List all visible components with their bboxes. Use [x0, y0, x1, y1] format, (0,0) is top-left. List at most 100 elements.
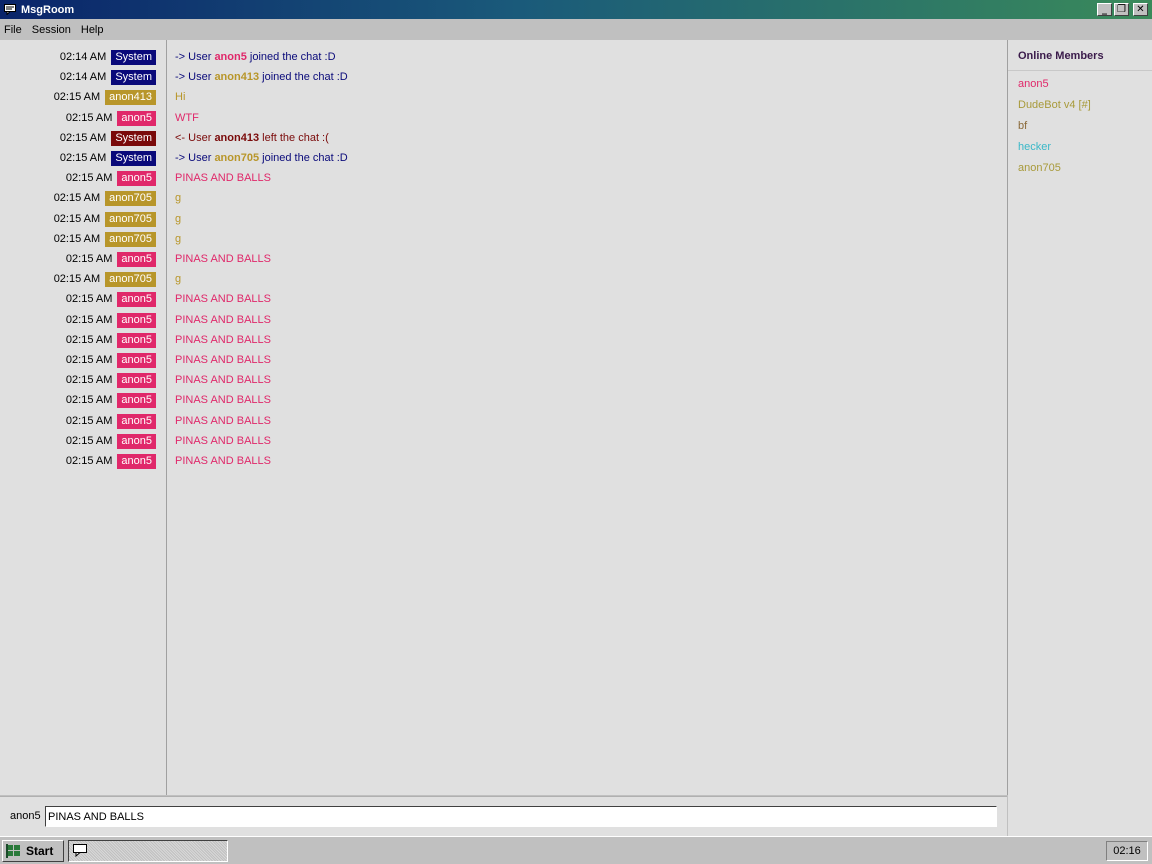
message-username: anon413	[214, 132, 260, 144]
message-timestamp: 02:15 AM	[65, 394, 113, 406]
user-badge: anon5	[117, 454, 156, 469]
message-text: g	[175, 211, 181, 228]
user-badge: anon5	[117, 373, 156, 388]
user-badge: anon5	[117, 393, 156, 408]
message-row: anon5 02:15 AM PINAS AND BALLS	[0, 413, 1006, 431]
message-timestamp: 02:15 AM	[65, 314, 113, 326]
message-text-part: <- User	[175, 132, 215, 144]
user-badge: anon705	[105, 272, 156, 287]
message-text: PINAS AND BALLS	[175, 413, 271, 430]
user-badge: System	[111, 70, 156, 85]
message-timestamp: 02:15 AM	[53, 213, 101, 225]
input-area: anon5	[0, 796, 1007, 836]
member-item[interactable]: hecker	[1018, 141, 1051, 153]
message-text-part: PINAS AND BALLS	[175, 334, 271, 346]
menu-bar: File Session Help	[0, 19, 1152, 40]
user-badge: anon5	[117, 353, 156, 368]
message-text: <- User anon413 left the chat :(	[175, 130, 329, 147]
divider	[1008, 70, 1152, 71]
message-text: PINAS AND BALLS	[175, 291, 271, 308]
window-title: MsgRoom	[21, 3, 75, 16]
message-row: anon5 02:15 AM PINAS AND BALLS	[0, 433, 1006, 451]
message-timestamp: 02:15 AM	[65, 354, 113, 366]
member-item[interactable]: DudeBot v4 [#]	[1018, 99, 1091, 111]
message-text: PINAS AND BALLS	[175, 433, 271, 450]
message-timestamp: 02:14 AM	[59, 51, 107, 63]
message-row: anon5 02:15 AM PINAS AND BALLS	[0, 372, 1006, 390]
message-text-part: PINAS AND BALLS	[175, 172, 271, 184]
message-text-part: PINAS AND BALLS	[175, 455, 271, 467]
message-text: PINAS AND BALLS	[175, 251, 271, 268]
message-timestamp: 02:14 AM	[59, 71, 107, 83]
current-username: anon5	[10, 810, 41, 822]
message-row: anon5 02:15 AM PINAS AND BALLS	[0, 332, 1006, 350]
message-row: anon413 02:15 AM Hi	[0, 89, 1006, 107]
message-text: PINAS AND BALLS	[175, 453, 271, 470]
message-text: PINAS AND BALLS	[175, 332, 271, 349]
user-badge: System	[111, 50, 156, 65]
message-text: PINAS AND BALLS	[175, 372, 271, 389]
menu-session[interactable]: Session	[27, 24, 76, 36]
chat-bubble-icon	[4, 3, 18, 17]
message-timestamp: 02:15 AM	[53, 273, 101, 285]
menu-help[interactable]: Help	[76, 24, 109, 36]
message-username: anon5	[214, 51, 247, 63]
message-text: PINAS AND BALLS	[175, 312, 271, 329]
message-text-part: WTF	[175, 112, 199, 124]
user-badge: anon705	[105, 191, 156, 206]
message-text-part: PINAS AND BALLS	[175, 314, 271, 326]
message-timestamp: 02:15 AM	[65, 172, 113, 184]
close-icon: ✕	[1136, 4, 1145, 15]
close-button[interactable]: ✕	[1133, 3, 1148, 16]
message-username: anon413	[214, 71, 260, 83]
message-row: anon705 02:15 AM g	[0, 231, 1006, 249]
taskbar: Start 02:16	[0, 836, 1152, 864]
minimize-button[interactable]: _	[1097, 3, 1112, 16]
message-timestamp: 02:15 AM	[53, 192, 101, 204]
message-input[interactable]	[45, 806, 997, 827]
message-timestamp: 02:15 AM	[65, 455, 113, 467]
message-text-part: joined the chat :D	[259, 152, 348, 164]
taskbar-msgroom-button[interactable]	[68, 840, 228, 862]
message-timestamp: 02:15 AM	[65, 334, 113, 346]
message-timestamp: 02:15 AM	[65, 374, 113, 386]
menu-file[interactable]: File	[0, 24, 27, 36]
message-text-part: -> User	[175, 51, 215, 63]
user-badge: anon5	[117, 434, 156, 449]
message-text-part: PINAS AND BALLS	[175, 415, 271, 427]
message-text: WTF	[175, 110, 199, 127]
message-row: anon705 02:15 AM g	[0, 271, 1006, 289]
message-text-part: g	[175, 233, 182, 245]
message-text-part: Hi	[175, 91, 186, 103]
member-item[interactable]: anon5	[1018, 78, 1049, 90]
message-text: -> User anon5 joined the chat :D	[175, 49, 336, 66]
start-button[interactable]: Start	[2, 840, 64, 862]
member-item[interactable]: anon705	[1018, 162, 1061, 174]
chat-bubble-icon	[72, 843, 88, 860]
message-row: anon5 02:15 AM WTF	[0, 110, 1006, 128]
message-timestamp: 02:15 AM	[59, 152, 107, 164]
message-row: anon5 02:15 AM PINAS AND BALLS	[0, 291, 1006, 309]
message-text: PINAS AND BALLS	[175, 392, 271, 409]
start-logo-icon	[6, 844, 22, 858]
message-row: anon705 02:15 AM g	[0, 211, 1006, 229]
online-members-panel: Online Members anon5 DudeBot v4 [#] bf heck…	[1008, 40, 1152, 836]
message-text-part: PINAS AND BALLS	[175, 354, 271, 366]
message-text-part: left the chat :(	[259, 132, 329, 144]
message-text: Hi	[175, 89, 185, 106]
message-text-part: PINAS AND BALLS	[175, 293, 271, 305]
user-badge: System	[111, 151, 156, 166]
message-text-part: PINAS AND BALLS	[175, 253, 271, 265]
user-badge: anon5	[117, 313, 156, 328]
message-timestamp: 02:15 AM	[65, 112, 113, 124]
message-timestamp: 02:15 AM	[53, 91, 101, 103]
minimize-icon: _	[1102, 4, 1107, 15]
title-bar: MsgRoom _ ❐ ✕	[0, 0, 1152, 19]
restore-button[interactable]: ❐	[1114, 3, 1129, 16]
message-timestamp: 02:15 AM	[53, 233, 101, 245]
message-text: PINAS AND BALLS	[175, 170, 271, 187]
member-item[interactable]: bf	[1018, 120, 1027, 132]
user-badge: anon5	[117, 292, 156, 307]
user-badge: anon5	[117, 252, 156, 267]
restore-icon: ❐	[1117, 4, 1126, 15]
